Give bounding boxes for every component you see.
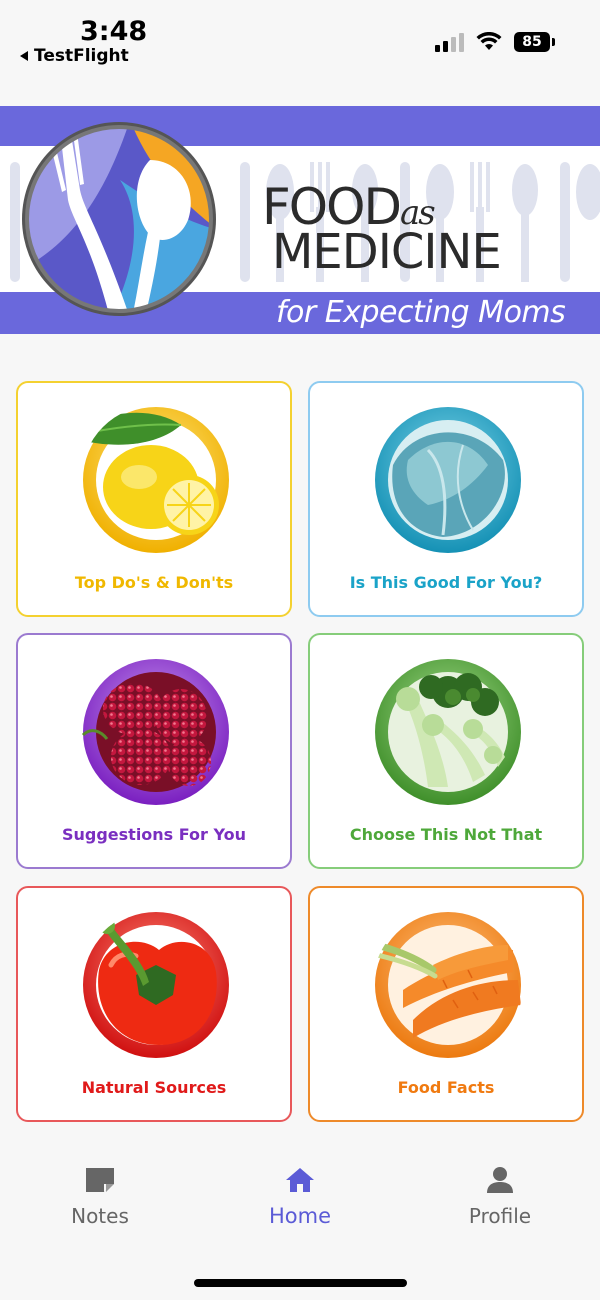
back-arrow-icon [20, 51, 28, 61]
tab-label: Profile [468, 1204, 532, 1228]
lemon-icon [81, 407, 229, 553]
tab-home[interactable]: Home [225, 1166, 375, 1228]
tab-label: Notes [71, 1204, 129, 1228]
battery-indicator: 85 [514, 32, 555, 52]
fork-spoon-logo-icon [22, 122, 216, 316]
back-to-testflight-link[interactable]: TestFlight [20, 46, 129, 66]
tile-label: Natural Sources [81, 1078, 227, 1097]
tile-choose-this-not-that[interactable]: Choose This Not That [308, 633, 584, 869]
tile-top-dos-donts[interactable]: Top Do's & Don'ts [16, 381, 292, 617]
cabbage-icon [375, 407, 521, 553]
tile-suggestions-for-you[interactable]: Suggestions For You [16, 633, 292, 869]
tab-notes[interactable]: Notes [25, 1166, 175, 1228]
logo-tagline: for Expecting Moms [276, 295, 566, 330]
tile-label: Food Facts [397, 1078, 495, 1097]
carrot-icon [373, 912, 521, 1058]
bottom-tab-bar: Notes Home Profile [0, 1146, 600, 1300]
wifi-icon [476, 32, 502, 50]
tile-natural-sources[interactable]: Natural Sources [16, 886, 292, 1122]
tab-label: Home [268, 1204, 331, 1228]
tile-is-this-good-for-you[interactable]: Is This Good For You? [308, 381, 584, 617]
tile-label: Suggestions For You [61, 825, 247, 844]
home-indicator[interactable] [194, 1279, 407, 1287]
pepper-icon [83, 912, 229, 1058]
tile-food-facts[interactable]: Food Facts [308, 886, 584, 1122]
food-as-medicine-banner: FOODas MEDICINE for Expecting Moms [0, 106, 600, 334]
broccoli-icon [375, 659, 521, 805]
logo-medicine-text: MEDICINE [272, 224, 502, 280]
clock: 3:48 [80, 16, 148, 47]
tile-label: Choose This Not That [349, 825, 543, 844]
back-app-label: TestFlight [34, 46, 129, 66]
tile-label: Top Do's & Don'ts [74, 573, 234, 592]
cellular-signal-icon [435, 32, 464, 52]
home-icon [286, 1168, 314, 1192]
status-icons: 85 [435, 32, 555, 52]
person-icon [487, 1167, 513, 1193]
raspberry-icon [81, 659, 229, 805]
tile-label: Is This Good For You? [349, 573, 543, 592]
note-icon [86, 1168, 114, 1192]
status-bar: 3:48 TestFlight 85 [0, 0, 600, 78]
tab-profile[interactable]: Profile [425, 1166, 575, 1228]
